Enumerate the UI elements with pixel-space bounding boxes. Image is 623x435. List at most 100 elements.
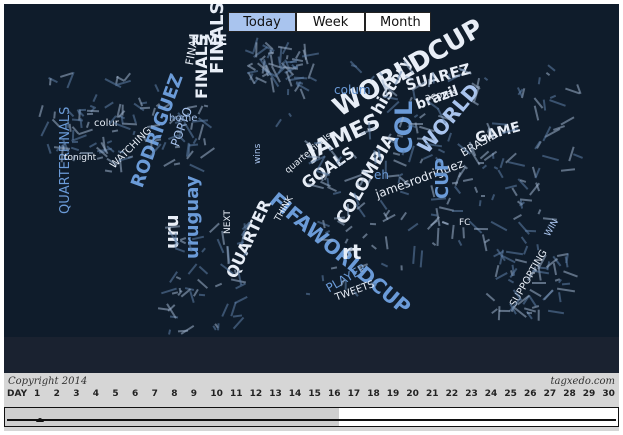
- time-range-tabs: Today Week Month: [228, 12, 431, 32]
- map-texture-stroke: [168, 329, 172, 335]
- map-texture-stroke: [299, 88, 306, 100]
- map-texture-stroke: [346, 204, 349, 217]
- map-texture-stroke: [287, 112, 292, 118]
- map-texture-stroke: [52, 111, 56, 120]
- day-tick-label: 28: [563, 389, 576, 399]
- day-tick-label: 18: [367, 389, 380, 399]
- day-tick-label: 1: [34, 389, 41, 399]
- slider-track-line: [7, 419, 616, 421]
- map-texture-stroke: [513, 213, 523, 220]
- map-texture-stroke: [279, 47, 283, 64]
- map-texture-stroke: [474, 186, 479, 194]
- map-texture-stroke: [285, 55, 289, 60]
- map-texture-stroke: [533, 105, 539, 121]
- day-tick-label: 20: [406, 389, 419, 399]
- map-texture-stroke: [558, 291, 562, 302]
- map-word: NEXT: [223, 210, 233, 234]
- map-texture-stroke: [511, 187, 519, 197]
- map-texture-stroke: [457, 240, 462, 247]
- map-texture-stroke: [536, 244, 539, 251]
- map-word: WIN: [543, 217, 561, 239]
- day-tick-label: 3: [73, 389, 80, 399]
- map-texture-stroke: [190, 121, 194, 130]
- map-texture-stroke: [499, 158, 505, 169]
- map-texture-stroke: [497, 169, 504, 179]
- map-texture-stroke: [537, 309, 540, 321]
- map-texture-stroke: [104, 169, 112, 173]
- brand-link[interactable]: tagxedo.com: [551, 376, 615, 387]
- map-texture-stroke: [216, 323, 220, 331]
- map-texture-stroke: [478, 199, 482, 207]
- map-texture-stroke: [485, 293, 496, 302]
- map-texture-stroke: [188, 143, 198, 147]
- map-texture-stroke: [521, 235, 528, 244]
- map-texture-stroke: [203, 138, 207, 147]
- map-texture-stroke: [524, 229, 536, 232]
- map-texture-stroke: [361, 233, 368, 239]
- map-texture-stroke: [430, 213, 438, 217]
- map-word: wins: [253, 143, 263, 164]
- map-texture-stroke: [534, 167, 541, 179]
- map-texture-stroke: [187, 263, 198, 276]
- map-texture-stroke: [370, 244, 377, 250]
- map-texture-stroke: [344, 280, 347, 290]
- tab-month[interactable]: Month: [365, 12, 431, 32]
- map-texture-stroke: [178, 329, 189, 333]
- map-texture-stroke: [384, 161, 387, 179]
- day-tick-label: 11: [230, 389, 243, 399]
- map-texture-stroke: [192, 289, 199, 298]
- map-texture-stroke: [268, 50, 275, 55]
- day-tick-label: 24: [484, 389, 498, 399]
- map-texture-stroke: [483, 76, 489, 82]
- day-tick-label: 2: [53, 389, 60, 399]
- map-texture-stroke: [498, 310, 510, 313]
- map-texture-stroke: [381, 262, 389, 267]
- map-texture-stroke: [345, 225, 353, 233]
- day-tick-label: 25: [504, 389, 517, 399]
- tab-week[interactable]: Week: [296, 12, 365, 32]
- day-tick-label: 19: [386, 389, 400, 399]
- map-texture-stroke: [537, 77, 541, 85]
- map-texture-stroke: [542, 216, 557, 221]
- map-texture-stroke: [517, 221, 530, 235]
- map-texture-stroke: [452, 209, 464, 212]
- map-texture-stroke: [506, 250, 524, 255]
- day-tick-label: 27: [543, 389, 557, 399]
- map-texture-stroke: [309, 76, 318, 82]
- map-texture-stroke: [481, 164, 487, 170]
- map-texture-stroke: [275, 118, 283, 127]
- slider-thumb-icon[interactable]: [35, 413, 45, 423]
- map-texture-stroke: [515, 258, 528, 264]
- day-tick-label: 12: [249, 389, 263, 399]
- day-slider[interactable]: [4, 407, 619, 427]
- map-texture-stroke: [203, 104, 209, 108]
- map-texture-stroke: [200, 147, 216, 159]
- map-texture-stroke: [548, 309, 565, 315]
- copyright-text: Copyright 2014: [8, 376, 88, 387]
- map-texture-stroke: [393, 159, 408, 167]
- map-texture-stroke: [498, 305, 501, 321]
- map-texture-stroke: [132, 130, 136, 135]
- map-texture-stroke: [287, 88, 290, 95]
- map-texture-stroke: [430, 197, 446, 201]
- map-texture-stroke: [121, 122, 138, 126]
- map-texture-stroke: [46, 143, 52, 155]
- map-texture-stroke: [92, 93, 98, 103]
- day-tick-label: 15: [308, 389, 321, 399]
- map-texture-stroke: [412, 245, 417, 264]
- tab-today[interactable]: Today: [228, 12, 296, 32]
- day-axis: DAY 1 2 3 4 5 6 7 8 9 10 11 12 13 14 15 16 17 18 19 20 21 22 2…: [4, 389, 619, 403]
- map-texture-stroke: [369, 223, 376, 226]
- map-texture-stroke: [112, 129, 119, 133]
- map-texture-stroke: [40, 121, 50, 137]
- day-tick-label: 8: [171, 389, 178, 399]
- map-texture-stroke: [507, 160, 526, 167]
- day-tick-label: 23: [465, 389, 478, 399]
- map-texture-stroke: [199, 293, 206, 296]
- map-texture-stroke: [547, 64, 556, 72]
- map-texture-stroke: [451, 224, 455, 239]
- map-texture-stroke: [462, 178, 473, 183]
- map-texture-stroke: [526, 312, 532, 315]
- day-tick-label: 4: [92, 389, 100, 399]
- map-texture-stroke: [436, 227, 440, 246]
